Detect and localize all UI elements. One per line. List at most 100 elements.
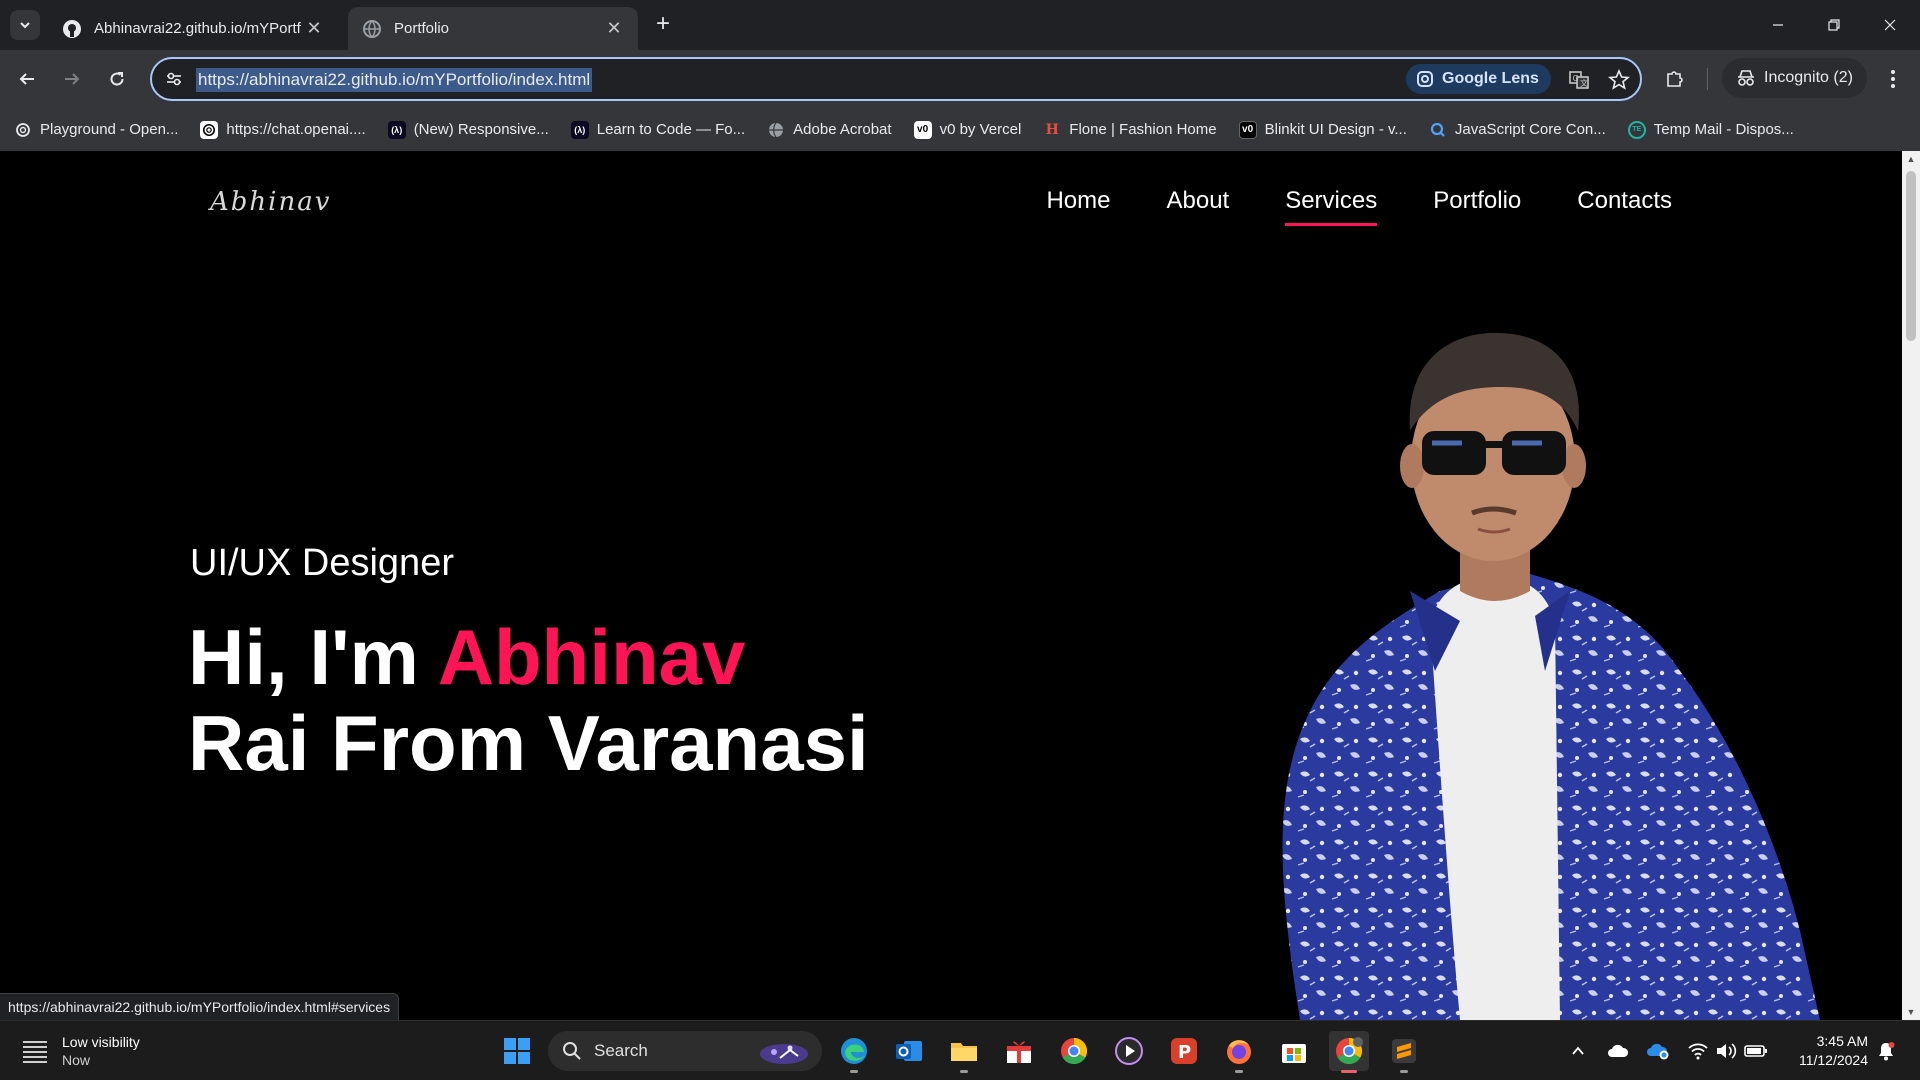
minimize-icon [1773,24,1783,26]
chevron-down-icon [20,22,30,29]
store-app[interactable] [1274,1031,1314,1071]
bookmark-label: https://chat.openai.... [226,121,366,138]
restore-button[interactable] [1814,10,1854,40]
cloud-icon [1608,1044,1629,1057]
hero-title-name: Abhinav [437,613,746,701]
bookmark-item[interactable]: (λ) (New) Responsive... [387,120,549,139]
v0-icon: v0 [1238,120,1257,139]
bookmark-label: Learn to Code — Fo... [596,121,746,138]
bookmark-item[interactable]: v0 v0 by Vercel [913,120,1022,139]
minimize-button[interactable] [1758,10,1798,40]
back-button[interactable] [10,62,44,96]
gift-app[interactable] [999,1031,1039,1071]
bookmark-item[interactable]: v0 Blinkit UI Design - v... [1238,120,1407,139]
puzzle-icon [1667,71,1683,87]
notifications-button[interactable] [1874,1039,1898,1063]
nav-services[interactable]: Services [1285,187,1378,226]
incognito-icon [1738,70,1754,86]
nav-contacts[interactable]: Contacts [1577,187,1672,226]
taskbar-clock[interactable]: 3:45 AM 11/12/2024 [1784,1032,1868,1070]
outlook-app[interactable] [889,1031,929,1071]
close-icon[interactable]: ✕ [304,18,324,39]
bookmark-item[interactable]: (λ) Learn to Code — Fo... [570,120,746,139]
tab-portfolio[interactable]: Portfolio ✕ [348,7,638,50]
window-close-button[interactable] [1870,10,1910,40]
lens-icon [1417,71,1433,87]
bookmark-label: v0 by Vercel [939,121,1022,138]
bookmark-label: Adobe Acrobat [793,121,892,138]
edge-app[interactable] [834,1031,874,1073]
wifi-tray[interactable] [1686,1039,1710,1063]
active-indicator [1341,1070,1357,1073]
bookmark-item[interactable]: Adobe Acrobat [767,121,892,139]
google-lens-button[interactable]: Google Lens [1406,64,1551,94]
restore-icon [1828,19,1840,31]
incognito-profile-button[interactable]: Incognito (2) [1722,58,1867,98]
browser-toolbar: https://abhinavrai22.github.io/mYPortfol… [0,50,1920,108]
scroll-down-icon[interactable]: ▼ [1902,1004,1920,1020]
onedrive-sync-tray[interactable] [1646,1039,1670,1063]
taskbar-search[interactable]: Search [548,1031,822,1071]
reload-button[interactable] [100,62,134,96]
chrome-app[interactable] [1054,1031,1094,1071]
bookmark-item[interactable]: TE Temp Mail - Dispos... [1627,120,1794,139]
svg-text:G: G [1573,74,1579,83]
tune-icon [167,72,181,86]
bookmark-item[interactable]: JavaScript Core Con... [1429,121,1606,139]
page-scrollbar[interactable]: ▲ ▼ [1902,151,1920,1020]
address-bar[interactable]: https://abhinavrai22.github.io/mYPortfol… [150,57,1642,101]
bookmark-item[interactable]: H Flone | Fashion Home [1043,121,1217,139]
openai-icon [200,120,219,139]
google-lens-label: Google Lens [1442,70,1539,87]
battery-tray[interactable] [1744,1039,1768,1063]
svg-text:P: P [1178,1042,1191,1063]
bookmark-item[interactable]: Playground - Open... [14,121,178,139]
browser-menu-button[interactable] [1878,64,1908,94]
scrollbar-thumb[interactable] [1906,171,1916,341]
running-indicator [1400,1070,1408,1073]
weather-widget[interactable]: Low visibility Now [20,1033,140,1069]
nav-about[interactable]: About [1166,187,1229,226]
new-tab-button[interactable]: + [650,12,676,38]
tab-github[interactable]: Abhinavrai22.github.io/mYPortf ✕ [48,7,338,50]
translate-button[interactable]: G文 [1566,67,1592,93]
chrome-incognito-app[interactable] [1329,1031,1369,1073]
bookmark-star-button[interactable] [1606,67,1632,93]
tab-search-button[interactable] [10,10,40,40]
scroll-up-icon[interactable]: ▲ [1902,151,1920,167]
arrow-left-icon [19,73,34,85]
profile-photo [1282,332,1820,1020]
arrow-right-icon [65,73,80,85]
ppt-app[interactable]: P [1164,1031,1204,1071]
weather-subtitle: Now [62,1052,91,1068]
nav-portfolio[interactable]: Portfolio [1433,187,1521,226]
fog-icon [23,1041,47,1063]
onedrive-tray[interactable] [1606,1039,1630,1063]
bookmark-label: (New) Responsive... [413,121,549,138]
close-icon[interactable]: ✕ [604,18,624,39]
bookmark-label: Temp Mail - Dispos... [1653,121,1794,138]
hero-subtitle: UI/UX Designer [190,542,454,584]
sublime-app[interactable] [1384,1031,1424,1073]
sublime-icon [1392,1039,1416,1063]
taskbar: Low visibility Now Search P 3:45 AM 11/1… [0,1020,1920,1080]
nav-home[interactable]: Home [1046,187,1110,226]
forward-button[interactable] [55,62,89,96]
site-info-button[interactable] [162,67,186,91]
firefox-app[interactable] [1219,1031,1259,1073]
tab-title: Portfolio [394,20,450,37]
file-explorer-app[interactable] [944,1031,984,1073]
extensions-button[interactable] [1660,64,1690,94]
play-icon [1115,1037,1143,1065]
svg-text:文: 文 [1580,78,1588,88]
show-hidden-icons-button[interactable] [1566,1039,1590,1063]
edge-icon [841,1038,867,1064]
openai-icon [14,121,32,139]
outlook-icon [896,1041,922,1061]
bookmark-item[interactable]: https://chat.openai.... [200,120,366,139]
url-text[interactable]: https://abhinavrai22.github.io/mYPortfol… [196,68,593,92]
media-player-app[interactable] [1109,1031,1149,1071]
start-button[interactable] [497,1031,537,1071]
site-logo[interactable]: Abhinav [210,187,331,217]
volume-tray[interactable] [1714,1039,1738,1063]
